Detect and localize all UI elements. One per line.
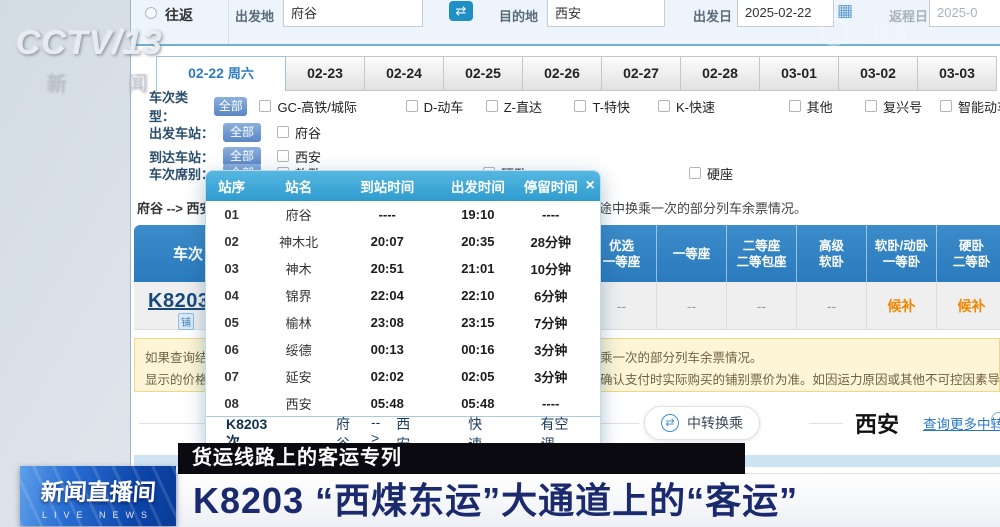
transfer-city: 西安 (855, 407, 899, 439)
more-transfer-link[interactable]: 查询更多中转方案 (923, 413, 1000, 433)
stop-row: 05榆林 23:0823:15 7分钟 (206, 309, 600, 336)
roundtrip-label: 往返 (165, 5, 193, 25)
news-headline-banner: K8203 “西煤东运”大通道上的“客运” (178, 474, 1000, 527)
route-note: 途中换乘一次的部分列车余票情况。 (599, 198, 807, 217)
standby-cell[interactable]: 候补 (936, 282, 1000, 329)
cntv-ring-icon (820, 18, 848, 46)
form-divider (228, 0, 229, 44)
from-input[interactable] (283, 0, 423, 27)
to-input[interactable] (547, 0, 665, 27)
date-tabs: 02-22 周六 02-23 02-24 02-25 02-26 02-27 0… (156, 56, 997, 91)
column-hard-sleeper: 硬卧二等卧 (936, 225, 1000, 282)
stop-row: 03神木 20:5121:01 10分钟 (206, 255, 600, 282)
date-tab[interactable]: 03-01 (760, 56, 839, 91)
to-label: 目的地 (499, 6, 538, 25)
stop-row: 02神木北 20:0720:35 28分钟 (206, 228, 600, 255)
checkbox-icon[interactable] (277, 126, 289, 138)
checkbox-icon[interactable] (259, 100, 271, 112)
date-tab[interactable]: 02-25 (444, 56, 523, 91)
standby-cell[interactable]: 候补 (866, 282, 936, 329)
sleeper-badge: 铺 (178, 313, 194, 330)
transfer-icon: ⇄ (661, 414, 679, 432)
column-second-class: 二等座二等包座 (726, 225, 796, 282)
swap-stations-icon[interactable]: ⇄ (449, 1, 473, 21)
checkbox-icon[interactable] (486, 100, 498, 112)
roundtrip-radio[interactable] (145, 7, 157, 19)
news-topic-banner: 货运线路上的客运专列 (178, 443, 745, 474)
route-from-to: 府谷 --> 西安 (137, 198, 212, 217)
seat-cell: -- (796, 282, 866, 329)
stop-row: 07延安 02:0202:05 3分钟 (206, 363, 600, 390)
stop-row: 06绥德 00:1300:16 3分钟 (206, 336, 600, 363)
filter-checkbox[interactable]: D-动车 (406, 97, 486, 116)
cntv-watermark: 央视网 (820, 18, 909, 46)
stop-row: 08西安 05:4805:48 ---- (206, 390, 600, 417)
depart-date-label: 出发日 (693, 6, 732, 25)
column-first-class: 一等座 (656, 225, 726, 282)
stop-row: 01府谷 ----19:10 ---- (206, 201, 600, 228)
filter-checkbox[interactable]: 智能动车组 (940, 97, 1000, 116)
live-news-logo: 新闻直播间 LIVE NEWS (20, 466, 176, 526)
date-tab[interactable]: 02-24 (365, 56, 444, 91)
date-tab[interactable]: 02-27 (602, 56, 681, 91)
filter-checkbox[interactable]: T-特快 (574, 97, 658, 116)
checkbox-icon[interactable] (277, 150, 289, 162)
checkbox-icon[interactable] (406, 100, 418, 112)
checkbox-icon[interactable] (865, 100, 877, 112)
all-button[interactable]: 全部 (223, 123, 261, 142)
info-circle-icon[interactable] (991, 412, 1000, 428)
return-date-input[interactable] (929, 0, 1000, 27)
filter-checkbox[interactable]: 硬座 (689, 164, 879, 183)
connector-line (809, 423, 843, 424)
filter-row-train-type: 车次类型： 全部 GC-高铁/城际 D-动车 Z-直达 T-特快 K-快速 其他… (149, 95, 1000, 117)
filter-checkbox[interactable]: 府谷 (277, 123, 321, 142)
stop-schedule-popup: 站序 站名 到站时间 出发时间 停留时间 × 01府谷 ----19:10 --… (205, 170, 601, 452)
filter-checkbox[interactable]: 复兴号 (865, 97, 940, 116)
checkbox-icon[interactable] (658, 100, 670, 112)
cctv13-watermark: CCTV/13 新 闻 (16, 24, 176, 96)
from-label: 出发地 (235, 6, 274, 25)
seat-cell: -- (726, 282, 796, 329)
date-tab[interactable]: 02-26 (523, 56, 602, 91)
cctv-logo-sub: 新 闻 (46, 67, 176, 96)
news-video-frame: 往返 出发地 ⇄ 目的地 出发日 ▦ 返程日 02-22 周六 02-23 02… (0, 0, 1000, 527)
checkbox-icon[interactable] (574, 100, 586, 112)
filter-checkbox[interactable]: GC-高铁/城际 (259, 97, 405, 116)
stop-row: 04锦界 22:0422:10 6分钟 (206, 282, 600, 309)
date-tab[interactable]: 03-02 (839, 56, 918, 91)
seat-cell: -- (656, 282, 726, 329)
column-soft-sleeper: 软卧/动卧一等卧 (866, 225, 936, 282)
date-tab[interactable]: 03-03 (918, 56, 997, 91)
checkbox-icon[interactable] (789, 100, 801, 112)
filter-checkbox[interactable]: K-快速 (658, 97, 789, 116)
checkbox-icon[interactable] (940, 100, 952, 112)
date-tab[interactable]: 02-23 (286, 56, 365, 91)
checkbox-icon[interactable] (689, 167, 701, 179)
all-button[interactable]: 全部 (214, 97, 247, 116)
cctv-logo: CCTV/13 (16, 24, 176, 63)
date-tab[interactable]: 02-28 (681, 56, 760, 91)
column-deluxe-soft-sleeper: 高级软卧 (796, 225, 866, 282)
transfer-search-button[interactable]: ⇄ 中转换乘 (644, 406, 760, 440)
close-icon[interactable]: × (580, 178, 600, 194)
filter-row-depart-station: 出发车站： 全部 府谷 (149, 121, 1000, 143)
filter-checkbox[interactable]: 其他 (789, 97, 866, 116)
filter-checkbox[interactable]: Z-直达 (486, 97, 575, 116)
popup-header: 站序 站名 到站时间 出发时间 停留时间 × (206, 171, 600, 201)
